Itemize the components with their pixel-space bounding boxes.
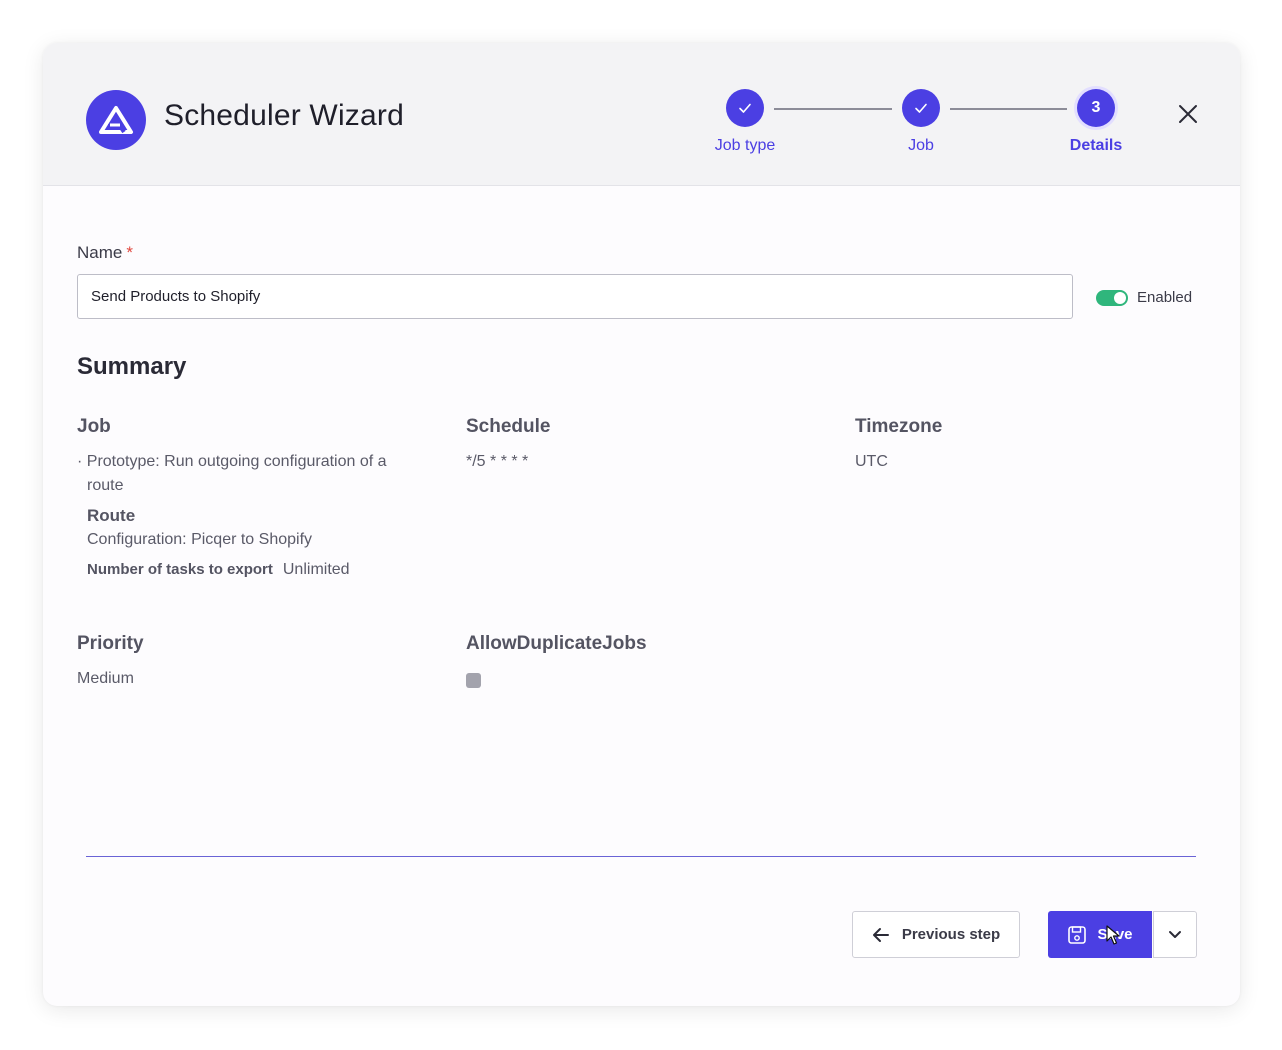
- allow-duplicate-jobs-heading: AllowDuplicateJobs: [466, 633, 647, 654]
- wizard-stepper: Job type Job 3 Details: [703, 89, 1143, 169]
- job-heading: Job: [77, 416, 111, 437]
- name-label: Name *: [77, 243, 133, 263]
- schedule-heading: Schedule: [466, 416, 551, 437]
- arrow-left-icon: [872, 927, 889, 942]
- save-options-dropdown[interactable]: [1153, 911, 1197, 958]
- page-title: Scheduler Wizard: [164, 99, 404, 132]
- enabled-toggle[interactable]: Enabled: [1096, 289, 1192, 306]
- step-label: Job: [908, 137, 934, 154]
- step-label: Details: [1069, 137, 1123, 154]
- summary-title: Summary: [77, 353, 187, 380]
- save-button[interactable]: Save: [1048, 911, 1152, 958]
- previous-step-button[interactable]: Previous step: [852, 911, 1020, 958]
- toggle-knob: [1114, 291, 1126, 304]
- chevron-down-icon: [1169, 930, 1181, 938]
- required-marker: *: [126, 243, 133, 262]
- check-icon: [902, 89, 940, 127]
- name-label-text: Name: [77, 243, 123, 262]
- timezone-value: UTC: [855, 453, 888, 470]
- priority-heading: Priority: [77, 633, 144, 654]
- toggle-switch[interactable]: [1096, 289, 1128, 306]
- step-details[interactable]: 3 Details: [1046, 89, 1146, 155]
- step-number: 3: [1077, 89, 1115, 127]
- allow-duplicate-jobs-checkbox: [466, 673, 481, 688]
- timezone-heading: Timezone: [855, 416, 943, 437]
- mouse-cursor-icon: [1106, 925, 1120, 945]
- route-value: Configuration: Picqer to Shopify: [87, 531, 313, 548]
- check-icon: [726, 89, 764, 127]
- step-job-type[interactable]: Job type: [695, 89, 795, 155]
- save-icon: [1068, 925, 1087, 944]
- footer-divider: [86, 856, 1196, 857]
- close-icon[interactable]: [1176, 102, 1200, 126]
- previous-step-label: Previous step: [901, 926, 1001, 943]
- tasks-label: Number of tasks to export: [87, 561, 273, 578]
- tasks-row: Number of tasks to export Unlimited: [87, 561, 350, 579]
- step-job[interactable]: Job: [871, 89, 971, 155]
- step-label: Job type: [714, 137, 776, 154]
- route-heading: Route: [87, 506, 136, 525]
- schedule-value: */5 * * * *: [466, 453, 529, 470]
- tasks-value: Unlimited: [282, 561, 350, 578]
- priority-value: Medium: [77, 670, 134, 687]
- name-input[interactable]: [77, 274, 1073, 319]
- wizard-header: Scheduler Wizard Job type Job 3 Details: [43, 43, 1240, 186]
- enabled-label: Enabled: [1137, 289, 1193, 306]
- app-logo-icon: [86, 90, 146, 150]
- scheduler-wizard-modal: Scheduler Wizard Job type Job 3 Details: [43, 43, 1240, 1006]
- job-item: · Prototype: Run outgoing configuration …: [77, 453, 387, 494]
